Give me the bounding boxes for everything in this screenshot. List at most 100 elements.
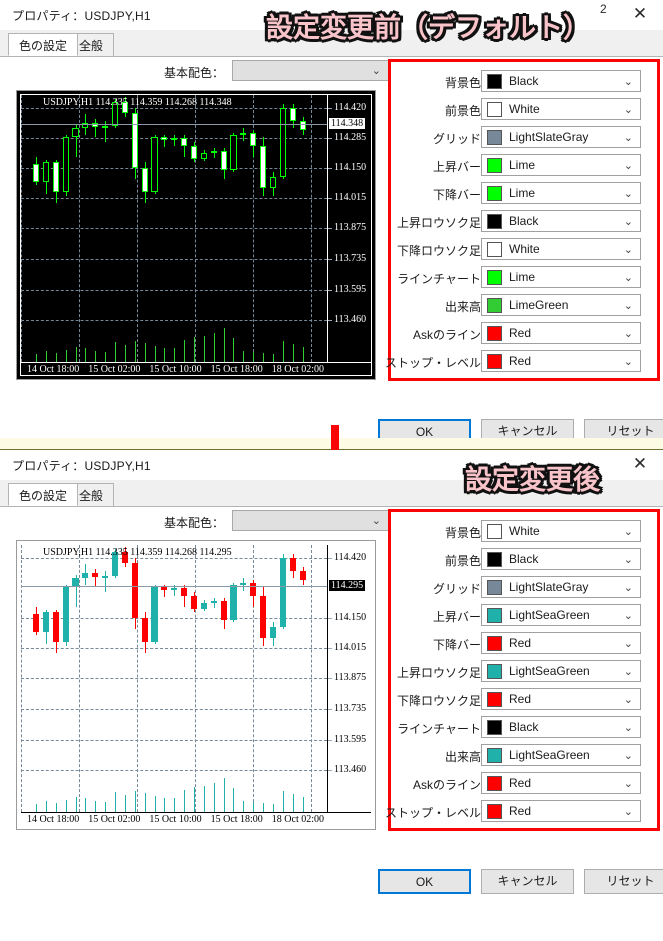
volume-bar — [184, 789, 186, 812]
volume-bar — [36, 354, 38, 362]
color-swatch — [487, 74, 502, 89]
candle-body — [210, 601, 217, 604]
volume-bar — [45, 801, 47, 812]
tab-color-settings[interactable]: 色の設定 — [8, 483, 79, 506]
volume-bar — [85, 797, 87, 812]
price-label: 114.015 — [334, 641, 367, 653]
setting-row: 上昇ロウソク足： LightSeaGreen ⌄ — [391, 658, 657, 686]
volume-bar — [144, 343, 146, 362]
color-select[interactable]: Lime ⌄ — [481, 154, 641, 176]
setting-label: ストップ・レベル： — [384, 356, 493, 370]
color-select[interactable]: LightSeaGreen ⌄ — [481, 604, 641, 626]
color-name: Lime — [509, 186, 536, 200]
color-select[interactable]: LightSlateGray ⌄ — [481, 126, 641, 148]
color-select[interactable]: LimeGreen ⌄ — [481, 294, 641, 316]
chevron-down-icon: ⌄ — [623, 610, 633, 622]
volume-bar — [233, 337, 235, 362]
color-name: Red — [509, 636, 532, 650]
annotation-after: 設定変更後 — [465, 465, 600, 496]
color-select[interactable]: Red ⌄ — [481, 800, 641, 822]
properties-dialog-after: プロパティ：USDJPY,H1 ✕ 色の設定 全般 基本配色： ⌄ 114.42… — [0, 450, 663, 941]
candle-body — [289, 558, 296, 572]
volume-bar — [263, 803, 265, 812]
time-label: 18 Oct 02:00 — [271, 364, 325, 375]
close-icon[interactable]: ✕ — [627, 453, 653, 475]
chevron-down-icon: ⌄ — [623, 638, 633, 650]
setting-row: 下降ロウソク足： Red ⌄ — [391, 686, 657, 714]
color-select[interactable]: White ⌄ — [481, 98, 641, 120]
ok-button[interactable]: OK — [378, 869, 471, 894]
price-tick — [328, 647, 332, 649]
chevron-down-icon: ⌄ — [623, 582, 633, 594]
color-name: Red — [509, 326, 532, 340]
color-select[interactable]: Red ⌄ — [481, 322, 641, 344]
price-label: 113.460 — [334, 764, 367, 775]
setting-row: 下降バー： Lime ⌄ — [391, 180, 657, 208]
color-select[interactable]: Red ⌄ — [481, 632, 641, 654]
volume-bar — [282, 791, 284, 812]
candle-body — [92, 572, 99, 577]
color-select[interactable]: White ⌄ — [481, 520, 641, 542]
color-select[interactable]: Red ⌄ — [481, 350, 641, 372]
tab-color-settings[interactable]: 色の設定 — [8, 33, 79, 56]
chevron-down-icon: ⌄ — [623, 132, 633, 144]
color-swatch — [487, 636, 502, 651]
candle-body — [102, 125, 109, 128]
color-select[interactable]: Red ⌄ — [481, 772, 641, 794]
time-label: 14 Oct 18:00 — [27, 814, 80, 825]
candle-body — [131, 562, 138, 618]
color-select[interactable]: White ⌄ — [481, 238, 641, 260]
volume-bar — [115, 792, 117, 812]
volume-bar — [45, 351, 47, 362]
candle-body — [151, 136, 158, 193]
scheme-select[interactable]: ⌄ — [232, 60, 390, 81]
color-swatch — [487, 298, 502, 313]
volume-bar — [213, 333, 215, 362]
setting-row: ラインチャート： Black ⌄ — [391, 714, 657, 742]
setting-row: 背景色： Black ⌄ — [391, 68, 657, 96]
color-name: Black — [509, 720, 539, 734]
volume-bar — [154, 795, 156, 812]
color-swatch — [487, 804, 502, 819]
reset-button[interactable]: リセット — [584, 869, 663, 894]
color-select[interactable]: LightSeaGreen ⌄ — [481, 744, 641, 766]
color-select[interactable]: Lime ⌄ — [481, 182, 641, 204]
scheme-select[interactable]: ⌄ — [232, 510, 390, 531]
color-name: White — [509, 102, 540, 116]
color-swatch — [487, 524, 502, 539]
price-label: 114.150 — [334, 611, 367, 623]
volume-bar — [65, 349, 67, 362]
candle-body — [220, 151, 227, 170]
setting-label: ラインチャート： — [397, 272, 493, 286]
color-select[interactable]: Black ⌄ — [481, 548, 641, 570]
close-icon[interactable]: ✕ — [627, 3, 653, 25]
color-select[interactable]: LightSeaGreen ⌄ — [481, 660, 641, 682]
setting-label: ストップ・レベル： — [384, 806, 493, 820]
cancel-button[interactable]: キャンセル — [481, 869, 574, 894]
grid-line — [21, 770, 327, 771]
candle-body — [210, 151, 217, 154]
candle-body — [82, 572, 89, 579]
volume-bar — [164, 348, 166, 362]
color-select[interactable]: Red ⌄ — [481, 688, 641, 710]
color-select[interactable]: LightSlateGray ⌄ — [481, 576, 641, 598]
volume-bar — [134, 790, 136, 812]
grid-line — [21, 320, 327, 321]
setting-row: グリッド： LightSlateGray ⌄ — [391, 124, 657, 152]
color-select[interactable]: Black ⌄ — [481, 210, 641, 232]
price-label: 113.595 — [334, 284, 367, 296]
candle-body — [141, 167, 148, 193]
chevron-down-icon: ⌄ — [371, 515, 381, 527]
color-swatch — [487, 748, 502, 763]
grid-line — [311, 95, 312, 362]
color-select[interactable]: Black ⌄ — [481, 70, 641, 92]
setting-row: 上昇バー： Lime ⌄ — [391, 152, 657, 180]
setting-row: ストップ・レベル： Red ⌄ — [385, 348, 657, 376]
chevron-down-icon: ⌄ — [623, 188, 633, 200]
color-select[interactable]: Lime ⌄ — [481, 266, 641, 288]
color-select[interactable]: Black ⌄ — [481, 716, 641, 738]
volume-bar — [233, 787, 235, 812]
setting-row: 下降バー： Red ⌄ — [391, 630, 657, 658]
volume-bar — [253, 802, 255, 812]
price-tick — [328, 228, 332, 230]
